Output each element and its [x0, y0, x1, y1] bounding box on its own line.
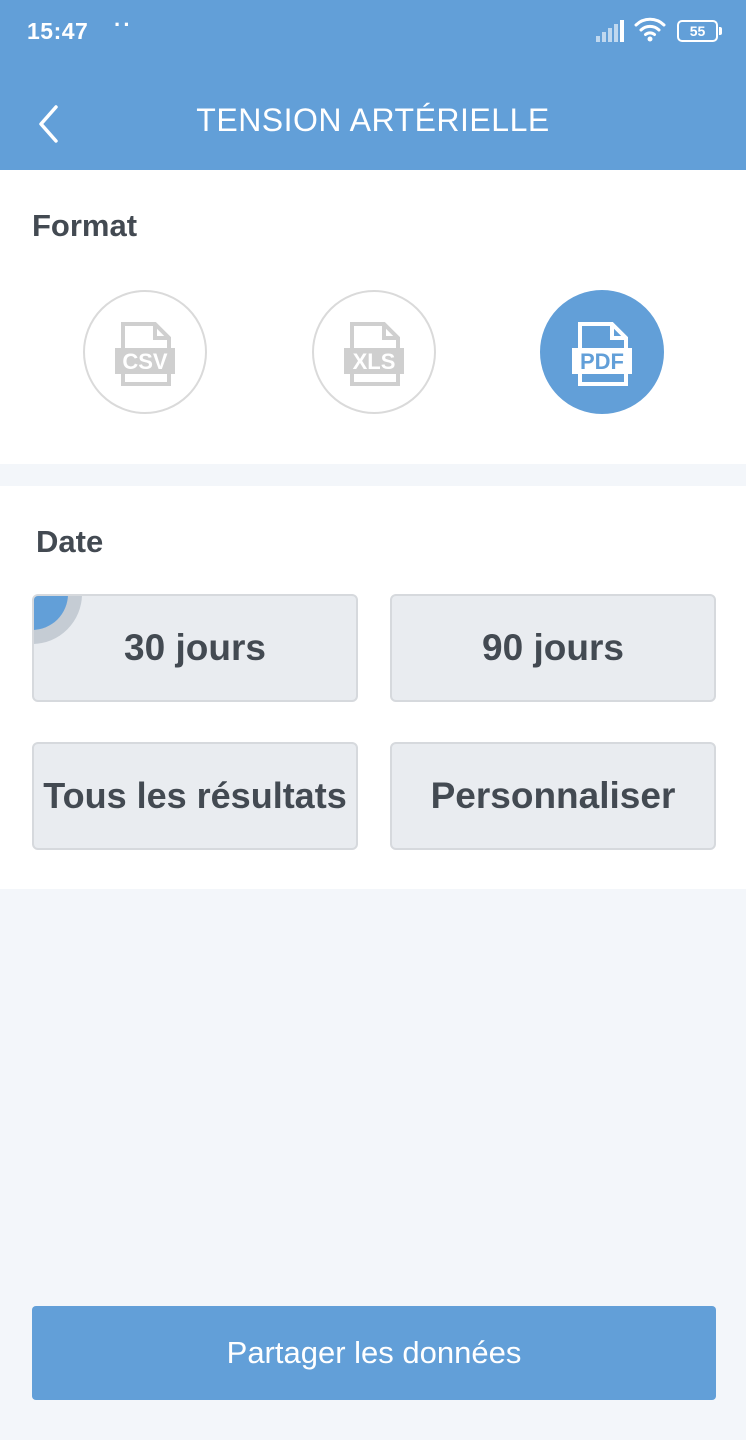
- share-button-label: Partager les données: [226, 1335, 522, 1370]
- wifi-icon: [634, 17, 666, 42]
- format-label: Format: [32, 208, 138, 243]
- csv-text: CSV: [122, 349, 168, 374]
- date-option-30-days[interactable]: 30 jours: [32, 594, 358, 702]
- share-data-button[interactable]: Partager les données: [32, 1306, 716, 1400]
- format-option-xls[interactable]: XLS: [312, 290, 436, 414]
- date-label: Date: [36, 524, 104, 559]
- date-section: Date 30 jours 90 jours Tous les résultat…: [0, 486, 746, 889]
- xls-file-icon: XLS: [344, 322, 404, 386]
- pdf-text: PDF: [580, 349, 624, 374]
- status-bar: 15:47 ·· 55: [0, 0, 746, 62]
- date-option-label: Tous les résultats: [43, 775, 347, 816]
- signal-icon: [596, 20, 624, 42]
- pdf-file-icon: PDF: [572, 322, 632, 386]
- date-option-label: 90 jours: [482, 627, 624, 668]
- battery-level: 55: [689, 23, 706, 39]
- page-title: TENSION ARTÉRIELLE: [196, 102, 550, 138]
- battery-indicator: 55: [677, 20, 722, 42]
- format-option-csv[interactable]: CSV: [83, 290, 207, 414]
- format-section: Format CSV XLS PDF: [0, 170, 746, 464]
- app-header: 15:47 ·· 55 TENSION ARTÉRIELLE: [0, 0, 746, 170]
- date-option-label: 30 jours: [124, 627, 266, 668]
- format-option-pdf[interactable]: PDF: [540, 290, 664, 414]
- date-option-90-days[interactable]: 90 jours: [390, 594, 716, 702]
- date-option-custom[interactable]: Personnaliser: [390, 742, 716, 850]
- selected-indicator: [34, 596, 82, 644]
- csv-file-icon: CSV: [115, 322, 175, 386]
- status-time: 15:47: [27, 18, 89, 44]
- date-option-label: Personnaliser: [430, 775, 676, 816]
- xls-text: XLS: [353, 349, 396, 374]
- notification-dots: ··: [114, 12, 133, 37]
- date-option-all-results[interactable]: Tous les résultats: [32, 742, 358, 850]
